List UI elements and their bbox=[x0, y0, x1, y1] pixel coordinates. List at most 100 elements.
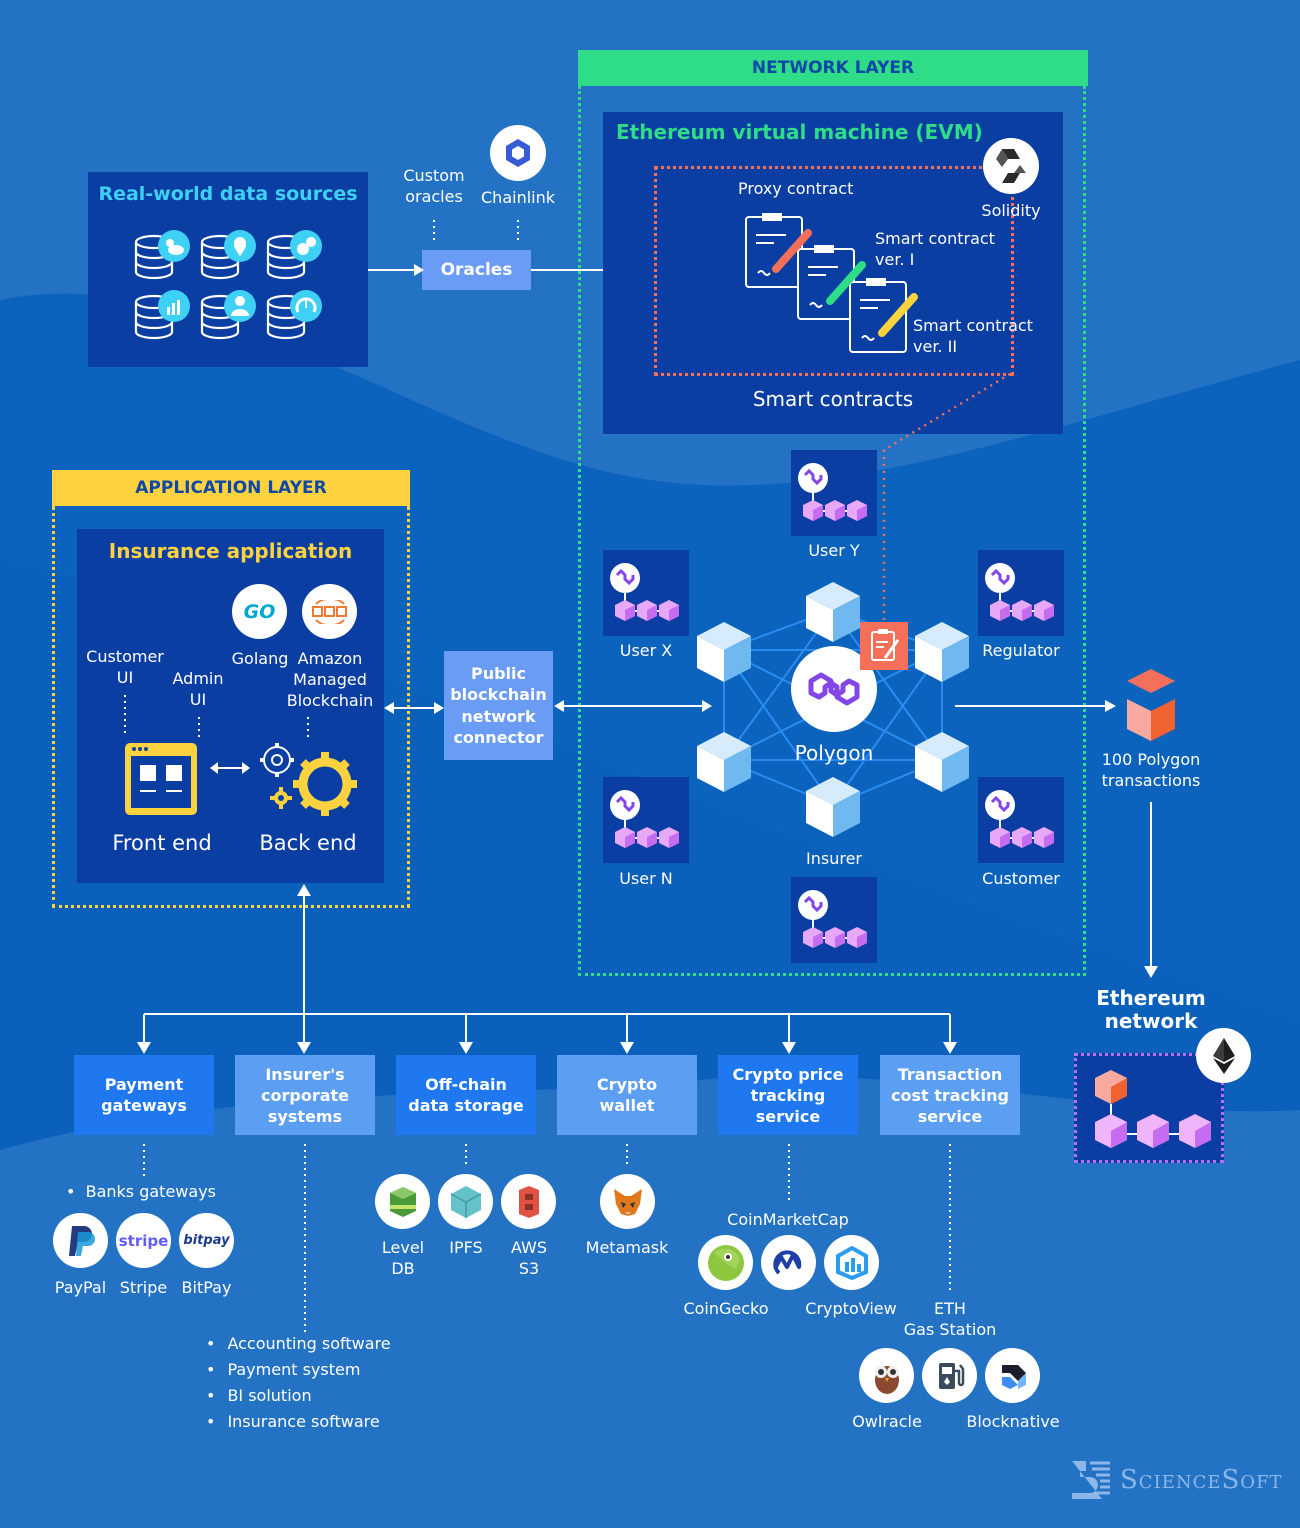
services-connector-tree bbox=[137, 884, 957, 1054]
polygon-wallet-icon bbox=[608, 788, 681, 850]
corporate-system-item: Accounting software bbox=[206, 1331, 390, 1357]
metamask-label: Metamask bbox=[585, 1238, 669, 1257]
blocknative-icon bbox=[1001, 1364, 1026, 1389]
node-user-x-label: User X bbox=[619, 641, 673, 660]
ethereum-logo bbox=[1196, 1028, 1251, 1083]
blocknative-logo bbox=[985, 1348, 1040, 1403]
owlracle-icon bbox=[874, 1365, 899, 1394]
sciencesoft-icon bbox=[1072, 1461, 1110, 1499]
service-offchain-storage: Off-chain data storage bbox=[396, 1055, 536, 1135]
blocknative-label: Blocknative bbox=[966, 1412, 1060, 1431]
paypal-logo bbox=[53, 1213, 108, 1268]
sciencesoft-logo: ScienceSoft bbox=[1070, 1458, 1283, 1502]
corporate-systems-list: Accounting softwarePayment systemBI solu… bbox=[206, 1331, 391, 1435]
amazon-managed-blockchain-logo bbox=[302, 584, 357, 639]
frontend-backend-arrow bbox=[210, 762, 250, 774]
ethereum-network-label: Ethereum network bbox=[1096, 986, 1206, 1033]
ethereum-icon bbox=[1212, 1037, 1235, 1074]
evm-title: Ethereum virtual machine (EVM) bbox=[616, 120, 983, 144]
coinmarketcap-logo bbox=[761, 1235, 816, 1290]
rollup-ethereum-arrow bbox=[1144, 802, 1158, 978]
sciencesoft-wordmark: ScienceSoft bbox=[1120, 1465, 1283, 1495]
corporate-system-item: Payment system bbox=[206, 1357, 391, 1383]
corporate-system-item: Insurance software bbox=[206, 1409, 391, 1435]
service-tx-cost-tracking: Transaction cost tracking service bbox=[880, 1055, 1020, 1135]
contract-badge bbox=[860, 622, 908, 670]
node-user-y bbox=[791, 450, 877, 536]
bitpay-icon: bitpay bbox=[183, 1233, 230, 1248]
coinmarketcap-label: CoinMarketCap bbox=[727, 1210, 849, 1229]
leveldb-logo bbox=[375, 1174, 430, 1229]
eth-gas-station-logo bbox=[922, 1348, 977, 1403]
polygon-transactions-label: 100 Polygon transactions bbox=[1101, 750, 1201, 790]
ipfs-logo bbox=[438, 1174, 493, 1229]
application-layer-header: APPLICATION LAYER bbox=[52, 470, 410, 506]
owlracle-logo bbox=[859, 1348, 914, 1403]
node-regulator bbox=[978, 550, 1064, 636]
cryptoview-label: CryptoView bbox=[805, 1299, 897, 1318]
front-end-label: Front end bbox=[112, 831, 212, 855]
back-end-label: Back end bbox=[259, 831, 357, 855]
aws-s3-label: AWS S3 bbox=[510, 1238, 548, 1278]
polygon-wallet-icon bbox=[796, 461, 869, 523]
solidity-label: Solidity bbox=[981, 201, 1041, 220]
polygon-rollup-arrow bbox=[955, 700, 1116, 712]
data-sources-icons bbox=[134, 230, 322, 340]
custom-oracles-label: Custom oracles bbox=[403, 166, 465, 206]
polygon-label: Polygon bbox=[794, 741, 874, 765]
app-connector-arrow bbox=[384, 702, 444, 714]
network-layer-header: NETWORK LAYER bbox=[578, 50, 1088, 86]
chainlink-icon bbox=[506, 139, 530, 167]
leveldb-label: Level DB bbox=[381, 1238, 425, 1278]
node-user-y-label: User Y bbox=[808, 541, 860, 560]
blockchain-connector-box: Public blockchain network connector bbox=[444, 651, 553, 760]
front-end-icon bbox=[125, 743, 197, 815]
bitpay-label: BitPay bbox=[181, 1278, 232, 1297]
data-sources-title: Real-world data sources bbox=[98, 183, 358, 205]
polygon-wallet-icon bbox=[608, 561, 681, 623]
ui-dotted-links bbox=[124, 695, 309, 737]
oracle-dotted-links bbox=[433, 220, 519, 244]
service-payment-gateways: Payment gateways bbox=[74, 1055, 214, 1135]
chainlink-label: Chainlink bbox=[481, 188, 555, 207]
metamask-logo bbox=[600, 1174, 655, 1229]
service-corporate-systems: Insurer's corporate systems bbox=[235, 1055, 375, 1135]
cryptoview-icon bbox=[835, 1245, 868, 1280]
node-cube bbox=[806, 582, 860, 642]
node-cube bbox=[806, 777, 860, 837]
node-customer-label: Customer bbox=[982, 869, 1060, 888]
smart-contract-v1-label: Smart contract ver. I bbox=[875, 229, 995, 269]
node-cube bbox=[697, 732, 751, 792]
node-insurer-label: Insurer bbox=[806, 849, 862, 868]
coingecko-icon bbox=[707, 1244, 744, 1281]
amb-icon bbox=[311, 599, 347, 624]
paypal-label: PayPal bbox=[54, 1278, 107, 1297]
node-cube bbox=[915, 622, 969, 682]
customer-ui-label: Customer UI bbox=[86, 647, 164, 687]
stripe-icon: stripe bbox=[118, 1231, 169, 1250]
gas-pump-icon bbox=[938, 1362, 964, 1389]
insurance-app-title: Insurance application bbox=[108, 539, 353, 563]
data-sources-panel: Real-world data sources bbox=[88, 172, 368, 367]
proxy-contract-label: Proxy contract bbox=[738, 179, 854, 198]
solidity-logo bbox=[983, 138, 1039, 194]
stripe-logo: stripe bbox=[116, 1213, 171, 1268]
solidity-icon bbox=[996, 149, 1026, 183]
coingecko-logo bbox=[698, 1235, 753, 1290]
chainlink-logo bbox=[490, 125, 546, 181]
leveldb-icon bbox=[389, 1186, 416, 1217]
metamask-icon bbox=[613, 1188, 642, 1216]
node-user-x bbox=[603, 550, 689, 636]
node-user-n bbox=[603, 777, 689, 863]
cryptoview-logo bbox=[824, 1235, 879, 1290]
connector-polygon-arrow bbox=[554, 700, 712, 712]
eth-gas-station-label: ETH Gas Station bbox=[903, 1299, 997, 1339]
node-customer bbox=[978, 777, 1064, 863]
banks-gateways-item: • Banks gateways bbox=[66, 1182, 216, 1201]
node-cube bbox=[697, 622, 751, 682]
stripe-label: Stripe bbox=[119, 1278, 168, 1297]
back-end-icon bbox=[260, 743, 357, 816]
owlracle-label: Owlracle bbox=[852, 1412, 922, 1431]
ipfs-icon bbox=[450, 1185, 481, 1218]
coinmarketcap-icon bbox=[772, 1249, 801, 1274]
